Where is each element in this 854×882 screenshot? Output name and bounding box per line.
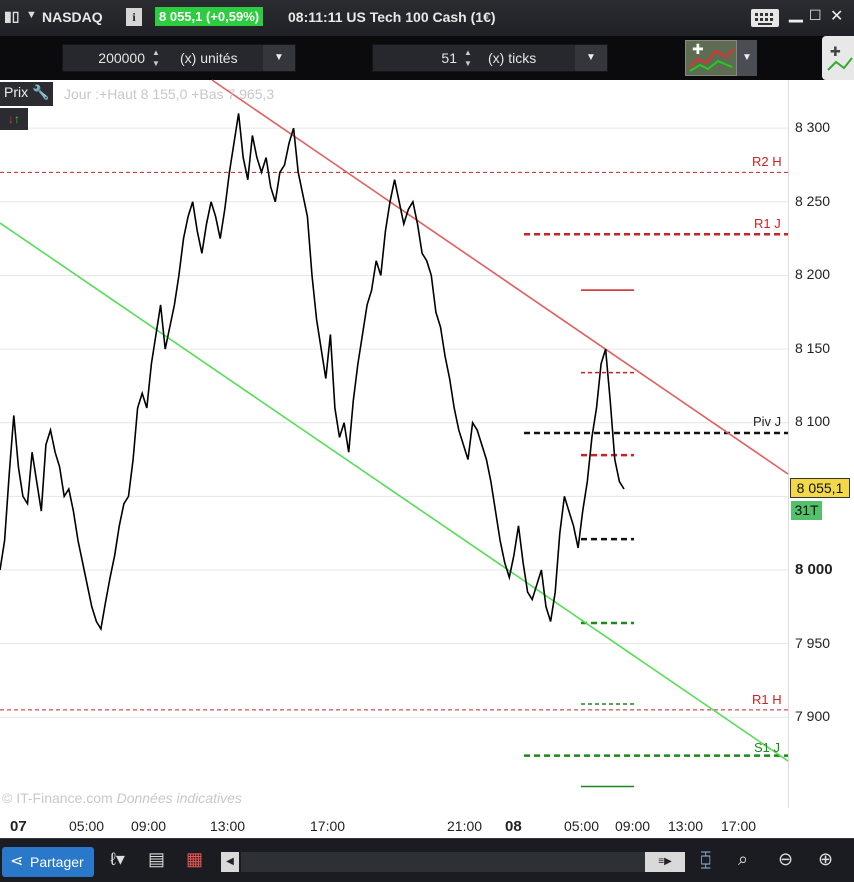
x-tick-label: 13:00 xyxy=(210,818,246,834)
x-tick-label: 05:00 xyxy=(69,818,105,834)
grid xyxy=(0,127,788,718)
level-label-r1h: R1 H xyxy=(752,692,782,707)
zoom-in-icon[interactable]: ⊕ xyxy=(818,849,833,870)
x-tick-label: 21:00 xyxy=(447,818,483,834)
order-type-icon[interactable]: ℓ▾ xyxy=(110,849,125,870)
price-chart[interactable] xyxy=(0,0,854,840)
bottom-bar: ⋖ Partager ℓ▾ ▤ ▦ ◀ ≡▶ ⧮ ⌕ ⊖ ⊕ xyxy=(0,838,854,882)
y-tick-label: 8 250 xyxy=(795,193,831,209)
x-tick-label: 09:00 xyxy=(131,818,167,834)
x-tick-label: 09:00 xyxy=(615,818,651,834)
y-tick-label: 7 900 xyxy=(795,708,831,724)
level-label-r1j: R1 J xyxy=(754,216,781,231)
credit-source: © IT-Finance.com xyxy=(2,790,113,806)
current-price-badge: 8 055,1 xyxy=(790,478,850,498)
price-legend-label: Prix xyxy=(4,84,29,100)
x-tick-label: 08 xyxy=(505,818,522,835)
wrench-icon[interactable]: 🔧 xyxy=(32,84,49,100)
price-line xyxy=(0,113,625,632)
data-credit: © IT-Finance.com Données indicatives xyxy=(2,790,242,806)
x-tick-label: 05:00 xyxy=(564,818,600,834)
scroll-track[interactable] xyxy=(241,852,645,872)
order-book-icon[interactable]: ▦ xyxy=(186,849,203,870)
level-label-s1j: S1 J xyxy=(754,740,781,755)
credit-note: Données indicatives xyxy=(116,790,242,806)
y-tick-label: 8 100 xyxy=(795,413,831,429)
x-tick-label: 13:00 xyxy=(668,818,704,834)
scroll-left-button[interactable]: ◀ xyxy=(221,852,239,872)
y-tick-label: 8 150 xyxy=(795,340,831,356)
y-tick-label: 8 300 xyxy=(795,119,831,135)
scroll-thumb[interactable]: ≡▶ xyxy=(645,852,685,872)
share-icon: ⋖ xyxy=(10,853,24,870)
zoom-out-icon[interactable]: ⊖ xyxy=(778,849,793,870)
day-high-low-label: Jour :+Haut 8 155,0 +Bas 7 965,3 xyxy=(64,86,275,102)
price-legend[interactable]: Prix 🔧 xyxy=(0,82,54,106)
trading-chart-window: ▮▯ ▼ NASDAQ i 8 055,1 (+0,59%) 08:11:11 … xyxy=(0,0,854,882)
x-tick-label: 17:00 xyxy=(310,818,346,834)
zoom-fit-icon[interactable]: ⌕ xyxy=(738,849,748,870)
channel-upper-line[interactable] xyxy=(211,79,789,475)
spreadsheet-icon[interactable]: ▤ xyxy=(148,849,165,870)
level-label-pivj: Piv J xyxy=(753,414,782,429)
share-label: Partager xyxy=(30,854,84,870)
y-tick-label: 8 200 xyxy=(795,266,831,282)
arrow-up-icon: ↑ xyxy=(14,112,20,126)
y-tick-label: 7 950 xyxy=(795,635,831,651)
level-label-r2h: R2 H xyxy=(752,154,782,169)
share-button[interactable]: ⋖ Partager xyxy=(2,847,94,877)
x-tick-label: 17:00 xyxy=(721,818,757,834)
pivot-levels xyxy=(0,171,788,757)
y-tick-label: 8 000 xyxy=(795,561,833,578)
direction-arrows-icon[interactable]: ↓↑ xyxy=(0,108,28,130)
x-tick-label: 07 xyxy=(10,818,27,835)
channel-lower-line[interactable] xyxy=(0,222,789,762)
candles-icon[interactable]: ⧮ xyxy=(700,849,711,870)
countdown-badge: 31T xyxy=(791,501,822,520)
